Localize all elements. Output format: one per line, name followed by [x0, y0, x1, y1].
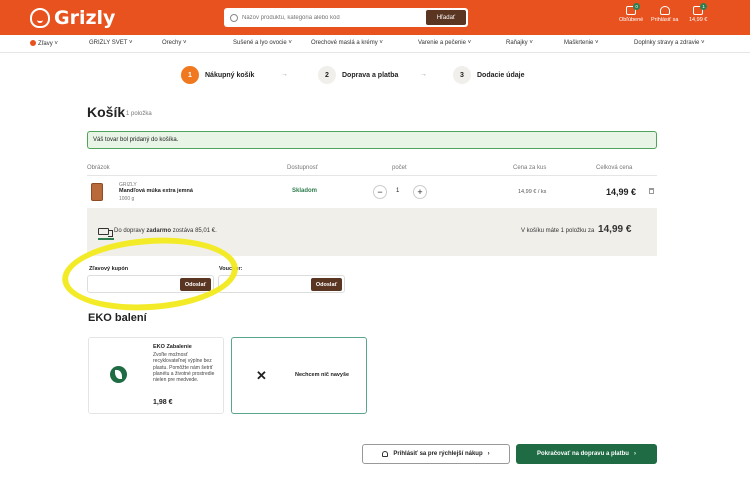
item-total: 14,99 €: [606, 187, 637, 197]
col-qty: počet: [392, 165, 407, 171]
step-delivery[interactable]: 3 Dodacie údaje: [453, 66, 524, 84]
product-weight: 1000 g: [119, 196, 135, 202]
chevron-right-icon: ›: [633, 451, 636, 457]
nav-label: GRIZLY SVET: [89, 40, 128, 46]
cart-badge: 1: [700, 3, 708, 10]
increase-qty-button[interactable]: +: [413, 185, 427, 199]
step-label: Nákupný košík: [205, 71, 255, 79]
top-bar: Grizly Hľadať 0 Obľúbené Prihlásiť sa 1 …: [0, 0, 750, 35]
heart-icon: 0: [626, 3, 641, 15]
step-number: 2: [318, 66, 336, 84]
nav-label: Maškrtenie: [564, 40, 594, 46]
step-label: Doprava a platba: [342, 71, 399, 79]
cart-summary: V košíku máte 1 položku za 14,99 €: [521, 224, 631, 235]
logo-text: Grizly: [54, 7, 116, 29]
divider: [87, 175, 657, 176]
close-icon: ✕: [256, 368, 267, 383]
free-shipping-text: Do dopravy zadarmo zostáva 85,01 €.: [114, 228, 217, 234]
shipping-prefix: Do dopravy: [114, 228, 145, 234]
col-total: Celková cena: [596, 165, 633, 171]
success-notice: Váš tovar bol pridaný do košíka.: [87, 131, 657, 149]
product-image[interactable]: [91, 183, 103, 201]
leaf-icon: [110, 366, 127, 383]
eco-option-description: Zvoľte možnosť recyklovateľnej výplne be…: [153, 352, 215, 384]
chevron-right-icon: ›: [487, 451, 490, 457]
no-extra-label: Nechcem nič navyše: [295, 372, 350, 378]
item-count: 1 položka: [126, 111, 152, 117]
nav-label: Orechové maslá a krémy: [311, 40, 378, 46]
step-number: 3: [453, 66, 471, 84]
col-unit-price: Cena za kus: [513, 165, 547, 171]
user-icon: [382, 451, 389, 457]
search-icon: [230, 13, 238, 22]
login-label: Prihlásiť sa: [651, 17, 679, 23]
search-bar: Hľadať: [224, 8, 468, 27]
logo[interactable]: Grizly: [30, 7, 115, 29]
continue-label: Pokračovať na dopravu a platbu: [537, 451, 629, 457]
nav-item-susene-ovocie[interactable]: Sušené a lyo ovocie ˅: [233, 40, 292, 46]
cart-icon: 1: [693, 3, 708, 15]
bear-logo-icon: [30, 8, 50, 28]
continue-button[interactable]: Pokračovať na dopravu a platbu ›: [516, 444, 657, 464]
login-link[interactable]: Prihlásiť sa: [651, 6, 678, 23]
nav-item-maskrtenie[interactable]: Maškrtenie ˅: [564, 40, 599, 46]
nav-item-zlavy[interactable]: Zľavy ˅: [30, 40, 58, 47]
step-cart: 1 Nákupný košík: [181, 66, 254, 84]
cart-total-label: 14,99 €: [689, 17, 708, 23]
sale-icon: [30, 40, 36, 46]
nav-label: Varenie a pečenie: [418, 40, 466, 46]
nav-item-grizly-svet[interactable]: GRIZLY SVET ˅: [89, 40, 133, 46]
favorites-button[interactable]: 0 Obľúbené: [619, 3, 644, 23]
col-availability: Dostupnosť: [287, 165, 318, 171]
step-shipping[interactable]: 2 Doprava a platba: [318, 66, 398, 84]
unit-price: 14,99 € / ks: [518, 189, 547, 195]
step-number: 1: [181, 66, 199, 84]
arrow-right-icon: →: [420, 71, 427, 78]
nav-item-doplnky[interactable]: Doplnky stravy a zdravie ˅: [634, 40, 705, 46]
trash-icon[interactable]: [649, 188, 654, 194]
eco-option-price: 1,98 €: [153, 399, 173, 406]
favorites-badge: 0: [633, 3, 641, 10]
truck-icon: [98, 228, 113, 237]
product-name[interactable]: Mandľová múka extra jemná: [119, 188, 193, 194]
nav-item-ranajky[interactable]: Raňajky ˅: [506, 40, 533, 46]
page-title: Košík: [87, 104, 126, 120]
shipping-progress-bar: [98, 238, 114, 240]
user-icon: [659, 6, 670, 15]
nav-label: Sušené a lyo ovocie: [233, 40, 287, 46]
login-faster-button[interactable]: Prihlásiť sa pre rýchlejší nákup ›: [362, 444, 510, 464]
voucher-submit-button[interactable]: Odoslať: [311, 278, 342, 291]
cart-summary-total: 14,99 €: [598, 224, 632, 235]
step-label: Dodacie údaje: [477, 71, 525, 79]
search-input[interactable]: [242, 14, 422, 21]
search-button[interactable]: Hľadať: [426, 10, 466, 25]
cart-button[interactable]: 1 14,99 €: [689, 3, 708, 23]
eco-title: EKO balení: [88, 312, 147, 324]
voucher-field[interactable]: Odoslať: [218, 275, 345, 293]
col-image: Obrázok: [87, 165, 110, 171]
availability-status: Skladom: [292, 188, 318, 194]
shipping-remaining: zostáva 85,01 €.: [172, 228, 217, 234]
nav-label: Doplnky stravy a zdravie: [634, 40, 700, 46]
nav-item-orechy[interactable]: Orechy ˅: [162, 40, 187, 46]
eco-option-title: EKO Zabalenie: [153, 344, 192, 350]
favorites-label: Obľúbené: [619, 17, 644, 23]
shipping-free: zadarmo: [146, 228, 172, 234]
nav-label: Raňajky: [506, 40, 528, 46]
login-faster-label: Prihlásiť sa pre rýchlejší nákup: [393, 451, 483, 457]
arrow-right-icon: →: [281, 71, 288, 78]
decrease-qty-button[interactable]: −: [373, 185, 387, 199]
nav-item-varenie[interactable]: Varenie a pečenie ˅: [418, 40, 471, 46]
cart-summary-text: V košíku máte 1 položku za: [521, 228, 595, 234]
nav-item-orechove-masla[interactable]: Orechové maslá a krémy ˅: [311, 40, 383, 46]
quantity-value[interactable]: 1: [396, 188, 399, 194]
nav-label: Orechy: [162, 40, 182, 46]
main-nav: Zľavy ˅ GRIZLY SVET ˅ Orechy ˅ Sušené a …: [0, 35, 750, 53]
nav-label: Zľavy: [38, 41, 53, 47]
